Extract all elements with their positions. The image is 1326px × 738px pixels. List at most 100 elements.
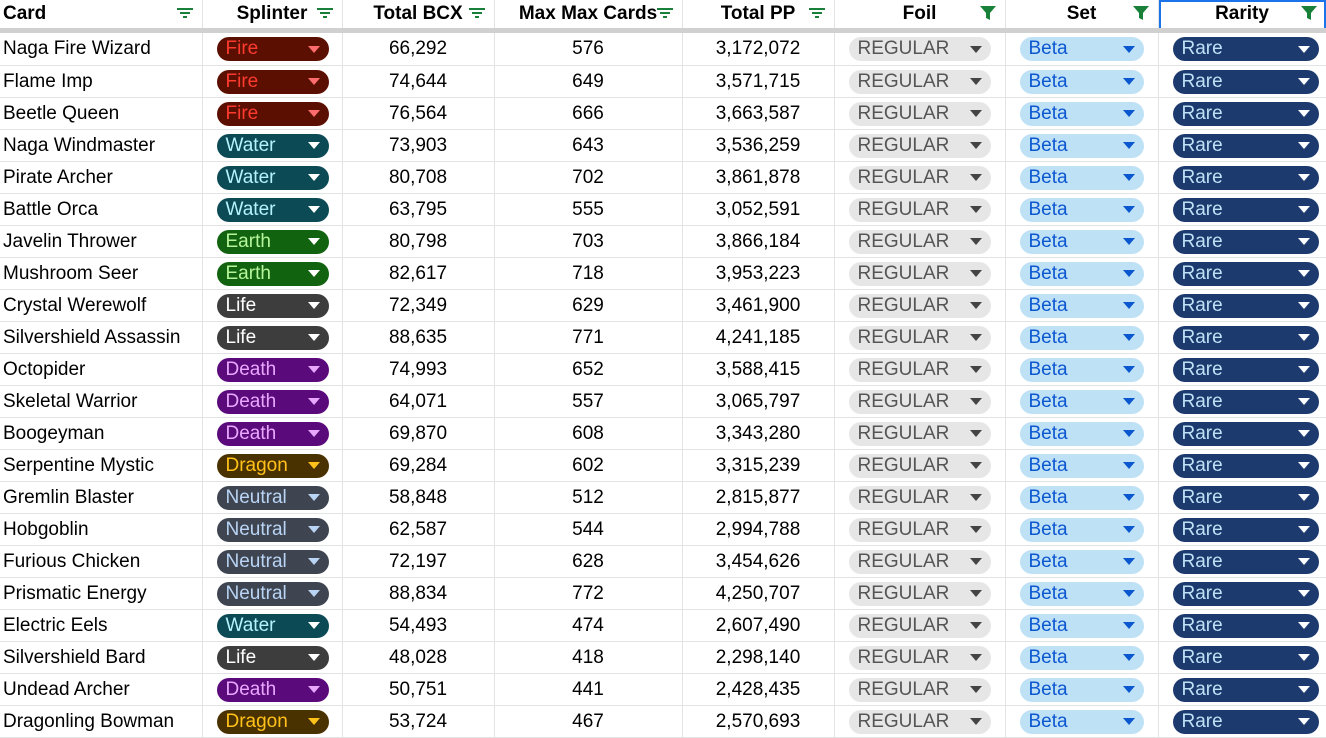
cell-max-max-cards[interactable]: 512 [494,481,683,514]
foil-dropdown-chip[interactable]: REGULAR [848,101,991,126]
cell-max-max-cards[interactable]: 555 [494,193,683,226]
cell-set[interactable]: Beta [1005,449,1159,482]
chevron-down-icon[interactable] [969,462,982,469]
cell-rarity[interactable]: Rare [1158,97,1326,130]
cell-max-max-cards[interactable]: 652 [494,353,683,386]
cell-set[interactable]: Beta [1005,225,1159,258]
foil-dropdown-chip[interactable]: REGULAR [848,261,991,286]
foil-dropdown-chip[interactable]: REGULAR [848,69,991,94]
cell-foil[interactable]: REGULAR [834,257,1006,290]
chevron-down-icon[interactable] [969,110,982,117]
cell-splinter[interactable]: Neutral [202,545,343,578]
cell-splinter[interactable]: Water [202,129,343,162]
column-header-foil[interactable]: Foil [834,0,1006,33]
chevron-down-icon[interactable] [307,526,320,533]
cell-foil[interactable]: REGULAR [834,449,1006,482]
cell-card[interactable]: Skeletal Warrior [0,385,203,418]
splinter-dropdown-chip[interactable]: Life [216,325,329,350]
chevron-down-icon[interactable] [1122,142,1135,149]
cell-card[interactable]: Hobgoblin [0,513,203,546]
foil-dropdown-chip[interactable]: REGULAR [848,229,991,254]
chevron-down-icon[interactable] [969,206,982,213]
splinter-dropdown-chip[interactable]: Life [216,645,329,670]
filter-active-icon[interactable] [979,4,997,22]
cell-set[interactable]: Beta [1005,129,1159,162]
cell-max-max-cards[interactable]: 649 [494,65,683,98]
cell-splinter[interactable]: Fire [202,30,343,66]
chevron-down-icon[interactable] [307,206,320,213]
cell-total-pp[interactable]: 2,607,490 [682,609,835,642]
cell-splinter[interactable]: Death [202,673,343,706]
cell-rarity[interactable]: Rare [1158,545,1326,578]
cell-max-max-cards[interactable]: 441 [494,673,683,706]
cell-total-pp[interactable]: 3,588,415 [682,353,835,386]
chevron-down-icon[interactable] [1297,590,1310,597]
cell-foil[interactable]: REGULAR [834,705,1006,738]
cell-total-pp[interactable]: 3,343,280 [682,417,835,450]
cell-total-bcx[interactable]: 54,493 [342,609,495,642]
cell-foil[interactable]: REGULAR [834,673,1006,706]
foil-dropdown-chip[interactable]: REGULAR [848,389,991,414]
cell-splinter[interactable]: Death [202,385,343,418]
chevron-down-icon[interactable] [1297,366,1310,373]
foil-dropdown-chip[interactable]: REGULAR [848,165,991,190]
chevron-down-icon[interactable] [969,45,982,53]
rarity-dropdown-chip[interactable]: Rare [1172,677,1319,702]
chevron-down-icon[interactable] [969,270,982,277]
chevron-down-icon[interactable] [307,334,320,341]
cell-total-pp[interactable]: 3,536,259 [682,129,835,162]
cell-foil[interactable]: REGULAR [834,97,1006,130]
cell-card[interactable]: Battle Orca [0,193,203,226]
chevron-down-icon[interactable] [969,430,982,437]
splinter-dropdown-chip[interactable]: Water [216,613,329,638]
cell-rarity[interactable]: Rare [1158,30,1326,66]
cell-set[interactable]: Beta [1005,193,1159,226]
splinter-dropdown-chip[interactable]: Dragon [216,453,329,478]
cell-foil[interactable]: REGULAR [834,641,1006,674]
cell-set[interactable]: Beta [1005,545,1159,578]
cell-max-max-cards[interactable]: 666 [494,97,683,130]
chevron-down-icon[interactable] [307,622,320,629]
cell-total-bcx[interactable]: 74,644 [342,65,495,98]
chevron-down-icon[interactable] [1297,686,1310,693]
chevron-down-icon[interactable] [969,334,982,341]
cell-card[interactable]: Prismatic Energy [0,577,203,610]
cell-total-bcx[interactable]: 74,993 [342,353,495,386]
cell-foil[interactable]: REGULAR [834,30,1006,66]
cell-splinter[interactable]: Water [202,193,343,226]
cell-rarity[interactable]: Rare [1158,449,1326,482]
chevron-down-icon[interactable] [1297,270,1310,277]
chevron-down-icon[interactable] [1297,206,1310,213]
cell-total-bcx[interactable]: 73,903 [342,129,495,162]
cell-rarity[interactable]: Rare [1158,65,1326,98]
cell-set[interactable]: Beta [1005,609,1159,642]
cell-set[interactable]: Beta [1005,641,1159,674]
chevron-down-icon[interactable] [1297,718,1310,725]
splinter-dropdown-chip[interactable]: Water [216,197,329,222]
filter-sort-icon[interactable] [468,4,486,22]
cell-rarity[interactable]: Rare [1158,673,1326,706]
set-dropdown-chip[interactable]: Beta [1019,645,1144,670]
foil-dropdown-chip[interactable]: REGULAR [848,549,991,574]
cell-splinter[interactable]: Death [202,353,343,386]
chevron-down-icon[interactable] [1122,110,1135,117]
cell-foil[interactable]: REGULAR [834,161,1006,194]
cell-max-max-cards[interactable]: 418 [494,641,683,674]
chevron-down-icon[interactable] [307,718,320,725]
chevron-down-icon[interactable] [1297,462,1310,469]
rarity-dropdown-chip[interactable]: Rare [1172,133,1319,158]
rarity-dropdown-chip[interactable]: Rare [1172,645,1319,670]
cell-max-max-cards[interactable]: 602 [494,449,683,482]
cell-splinter[interactable]: Neutral [202,577,343,610]
cell-card[interactable]: Gremlin Blaster [0,481,203,514]
chevron-down-icon[interactable] [1122,494,1135,501]
chevron-down-icon[interactable] [307,398,320,405]
cell-rarity[interactable]: Rare [1158,225,1326,258]
cell-total-bcx[interactable]: 80,798 [342,225,495,258]
cell-max-max-cards[interactable]: 718 [494,257,683,290]
cell-set[interactable]: Beta [1005,577,1159,610]
cell-card[interactable]: Octopider [0,353,203,386]
cell-card[interactable]: Electric Eels [0,609,203,642]
set-dropdown-chip[interactable]: Beta [1019,133,1144,158]
column-header-max-max-cards[interactable]: Max Max Cards [494,0,683,33]
